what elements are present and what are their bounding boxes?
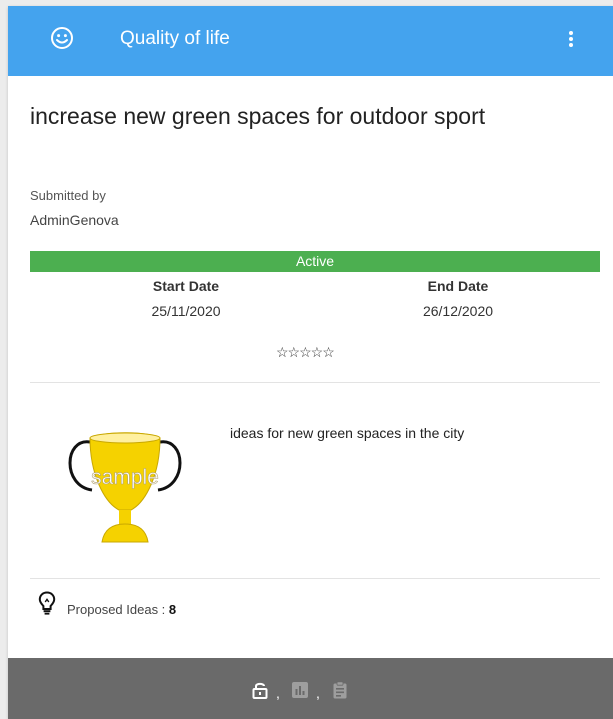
status-badge: Active (30, 251, 600, 272)
end-date-label: End Date (427, 278, 489, 294)
challenge-description: ideas for new green spaces in the city (230, 425, 465, 441)
bar-chart-icon[interactable] (291, 681, 309, 699)
trophy-image-label: sample (91, 466, 159, 489)
divider (30, 382, 600, 383)
star-rating[interactable]: ☆☆☆☆☆ (276, 344, 335, 361)
start-date-label: Start Date (152, 278, 220, 294)
submitted-by-label: Submitted by (30, 188, 106, 203)
card-header: Quality of life (8, 6, 613, 76)
more-vert-icon[interactable] (561, 28, 581, 50)
proposed-ideas-count: 8 (168, 602, 177, 617)
lock-open-icon[interactable] (251, 681, 269, 699)
footer-separator: , (316, 685, 320, 701)
submitted-by-user: AdminGenova (30, 212, 119, 228)
start-date-block: Start Date 25/11/2020 (86, 278, 286, 319)
proposed-ideas-label: Proposed Ideas : (67, 602, 166, 617)
end-date-value: 26/12/2020 (422, 303, 494, 319)
card-footer: , , (8, 658, 613, 719)
end-date-block: End Date 26/12/2020 (358, 278, 558, 319)
challenge-title: increase new green spaces for outdoor sp… (30, 103, 486, 129)
trophy-image: sample (68, 432, 182, 543)
header-title: Quality of life (120, 28, 230, 49)
footer-separator: , (276, 685, 280, 701)
proposed-ideas: Proposed Ideas : 8 (67, 602, 176, 617)
divider (30, 578, 600, 579)
lightbulb-icon (38, 591, 56, 615)
smiley-icon (51, 27, 73, 49)
challenge-card: Quality of life increase new green space… (8, 6, 613, 719)
start-date-value: 25/11/2020 (151, 303, 221, 319)
clipboard-icon[interactable] (331, 681, 349, 699)
